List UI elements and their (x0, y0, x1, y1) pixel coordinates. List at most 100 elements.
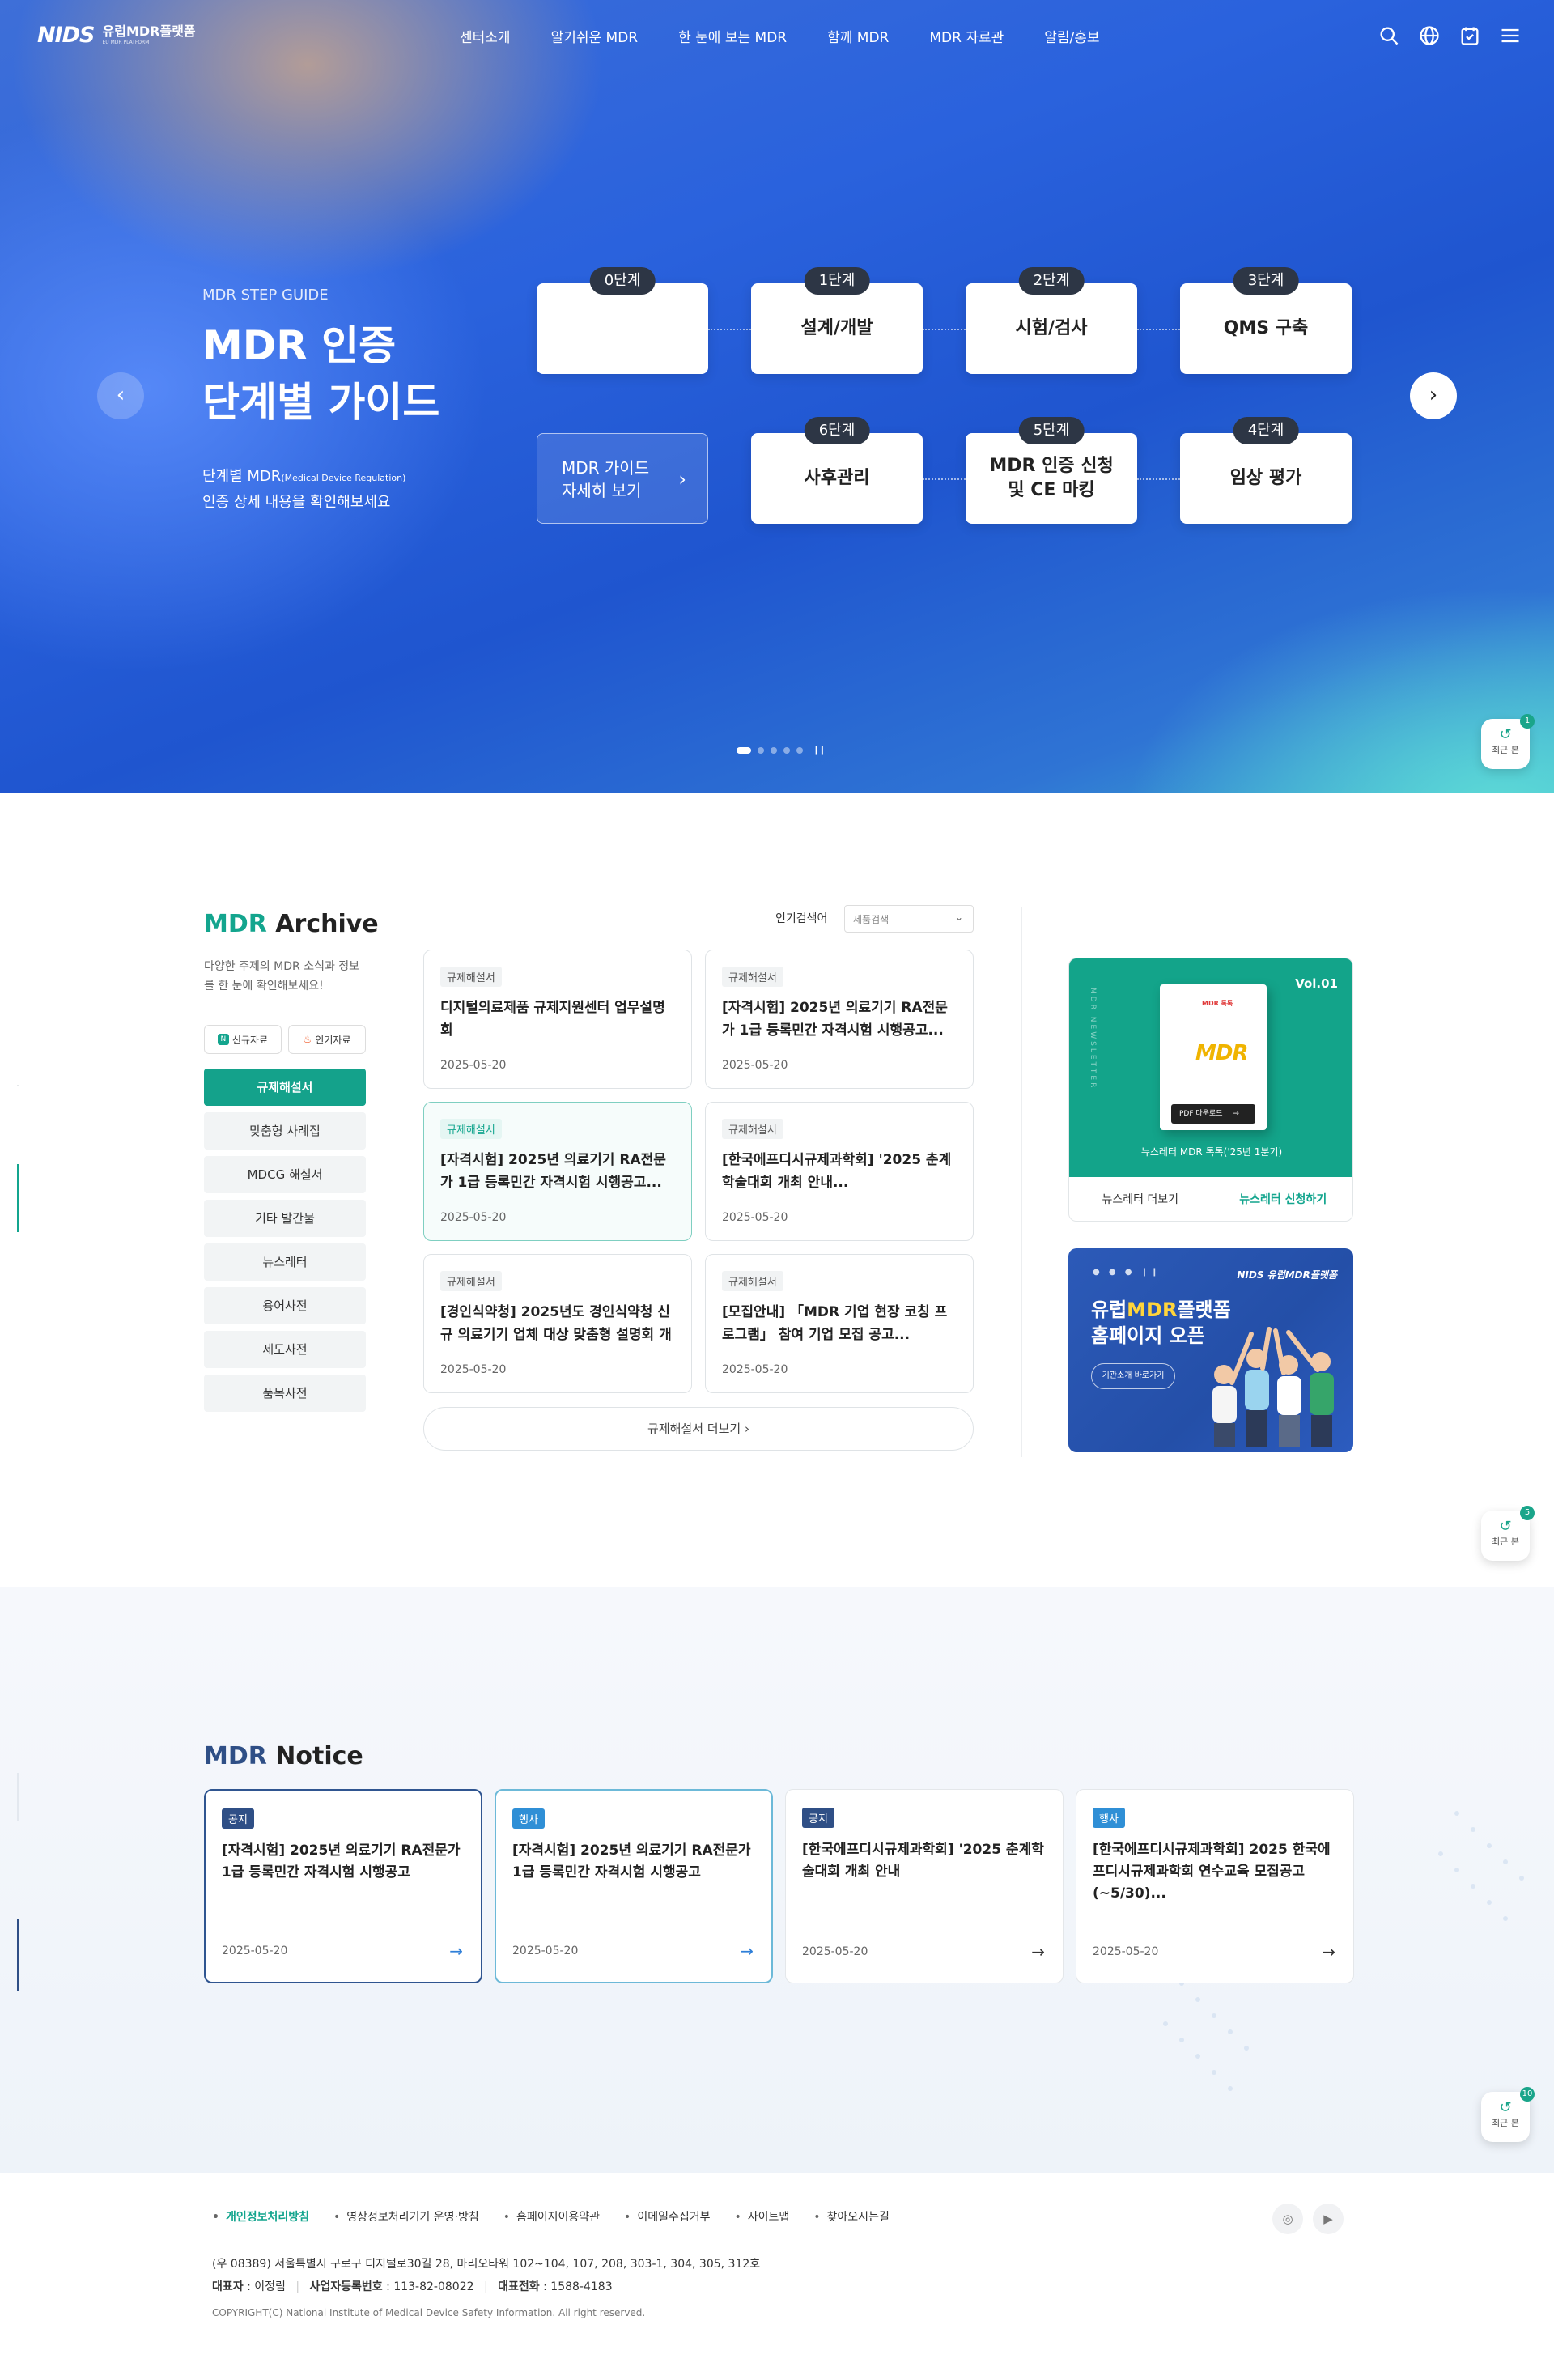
notice-card[interactable]: 공지 [한국에프디시규제과학회] '2025 춘계학술대회 개최 안내 2025… (785, 1789, 1064, 1983)
guide-detail-button[interactable]: MDR 가이드 자세히 보기 › (537, 433, 708, 524)
newsletter-book: MDR 톡톡 MDR PDF 다운로드 → (1160, 984, 1267, 1130)
tel-value: 1588-4183 (550, 2280, 613, 2293)
new-items-chip[interactable]: N 신규자료 (204, 1025, 282, 1054)
footer-link-terms[interactable]: 홈페이지이용약관 (503, 2208, 600, 2225)
banner-cta-button[interactable]: 기관소개 바로가기 (1091, 1363, 1175, 1389)
notice-card-date: 2025-05-20 (512, 1944, 579, 1957)
newsletter-apply-link[interactable]: 뉴스레터 신청하기 (1211, 1177, 1353, 1221)
hero-desc-b: (Medical Device Regulation) (281, 473, 406, 483)
card-title: [경인식약청] 2025년도 경인식약청 신규 의료기기 업체 대상 맞춤형 설… (440, 1304, 672, 1343)
banner-pagination[interactable]: ● ● ● ❙❙ (1093, 1268, 1161, 1277)
pagination-dot[interactable] (771, 746, 777, 754)
recent-viewed-button[interactable]: ↺ 최근 본 10 (1481, 2087, 1535, 2142)
step-card-1[interactable]: 1단계 설계/개발 (751, 267, 923, 374)
step-badge-2: 2단계 (1018, 267, 1085, 295)
banner-logo: NIDS 유럽MDR플랫폼 (1237, 1269, 1337, 1281)
step-label-3: QMS 구축 (1223, 318, 1309, 338)
recent-viewed-button[interactable]: ↺ 최근 본 5 (1481, 1506, 1535, 1561)
platform-open-banner[interactable]: ● ● ● ❙❙ NIDS 유럽MDR플랫폼 유럽MDR플랫폼 홈페이지 오픈 … (1068, 1248, 1353, 1452)
archive-more-button[interactable]: 규제해설서 더보기 › (423, 1407, 974, 1451)
logo-mark: NIDS (37, 23, 96, 48)
side-indicator (17, 1085, 19, 1086)
chevron-left-icon: ‹ (116, 383, 125, 407)
nav-item-center[interactable]: 센터소개 (460, 26, 511, 46)
notice-type-badge: 공지 (802, 1808, 834, 1828)
search-icon[interactable] (1378, 24, 1400, 47)
product-search-select[interactable]: 제품검색 ⌄ (844, 905, 974, 933)
notice-card[interactable]: 행사 [한국에프디시규제과학회] 2025 한국에프디시규제과학회 연수교육 모… (1076, 1789, 1354, 1983)
pause-icon[interactable]: ❙❙ (813, 745, 826, 755)
newsletter-cover-area[interactable]: MDR NEWSLETTER Vol.01 MDR 톡톡 MDR PDF 다운로… (1069, 958, 1352, 1177)
calendar-check-icon[interactable] (1458, 24, 1481, 47)
banner-title-suffix: 플랫폼 (1177, 1298, 1231, 1321)
side-indicator-active (17, 1164, 19, 1232)
more-label: 규제해설서 더보기 (648, 1422, 741, 1436)
arrow-right-icon: → (1031, 1942, 1045, 1961)
archive-card[interactable]: 규제해설서 [한국에프디시규제과학회] '2025 춘계학술대회 개최 안내..… (705, 1102, 974, 1241)
archive-card[interactable]: 규제해설서 [자격시험] 2025년 의료기기 RA전문가 1급 등록민간 자격… (423, 1102, 692, 1241)
pagination-dot[interactable] (758, 746, 764, 754)
footer-link-sitemap[interactable]: 사이트맵 (734, 2208, 790, 2225)
step-card-3[interactable]: 3단계 QMS 구축 (1180, 267, 1352, 374)
hero-prev-button[interactable]: ‹ (97, 372, 144, 419)
notice-type-badge: 공지 (222, 1808, 254, 1829)
nav-item-overview-mdr[interactable]: 한 눈에 보는 MDR (678, 26, 787, 46)
youtube-icon[interactable]: ▶ (1313, 2204, 1344, 2234)
step-card-4[interactable]: 4단계 임상 평가 (1180, 417, 1352, 524)
step-card-5[interactable]: 5단계 MDR 인증 신청 및 CE 마킹 (966, 417, 1137, 524)
chevron-right-icon: › (1429, 383, 1438, 407)
footer-address: (우 08389) 서울특별시 구로구 디지털로30길 28, 마리오타워 10… (212, 2258, 761, 2271)
category-item-dict[interactable]: 품목사전 (204, 1375, 366, 1412)
hero-desc-a: 단계별 MDR (202, 468, 282, 485)
archive-card[interactable]: 규제해설서 디지털의료제품 규제지원센터 업무설명회 2025-05-20 (423, 950, 692, 1089)
banner-title-accent: MDR (1127, 1298, 1178, 1321)
menu-icon[interactable] (1499, 24, 1522, 47)
category-regulation-guide[interactable]: 규제해설서 (204, 1069, 366, 1106)
category-glossary[interactable]: 용어사전 (204, 1287, 366, 1324)
recent-label: 최근 본 (1492, 1536, 1519, 1547)
pdf-download-button[interactable]: PDF 다운로드 → (1171, 1104, 1255, 1124)
chip-popular-label: 인기자료 (315, 1034, 351, 1046)
card-tag: 규제해설서 (722, 1271, 783, 1291)
notice-card-title: [자격시험] 2025년 의료기기 RA전문가 1급 등록민간 자격시험 시행공… (222, 1842, 461, 1881)
category-other-pubs[interactable]: 기타 발간물 (204, 1200, 366, 1237)
archive-category-list: 규제해설서 맞춤형 사례집 MDCG 해설서 기타 발간물 뉴스레터 용어사전 … (204, 1069, 366, 1418)
globe-icon[interactable] (1418, 24, 1441, 47)
card-tag: 규제해설서 (440, 967, 502, 987)
archive-card[interactable]: 규제해설서 [자격시험] 2025년 의료기기 RA전문가 1급 등록민간 자격… (705, 950, 974, 1089)
category-system-dict[interactable]: 제도사전 (204, 1331, 366, 1368)
nav-item-notice[interactable]: 알림/홍보 (1044, 26, 1099, 46)
notice-card[interactable]: 공지 [자격시험] 2025년 의료기기 RA전문가 1급 등록민간 자격시험 … (204, 1789, 482, 1983)
step-card-0[interactable]: 0단계 (537, 267, 708, 374)
category-mdcg-guide[interactable]: MDCG 해설서 (204, 1156, 366, 1193)
arrow-right-icon: → (449, 1941, 463, 1961)
notice-card[interactable]: 행사 [자격시험] 2025년 의료기기 RA전문가 1급 등록민간 자격시험 … (495, 1789, 773, 1983)
instagram-icon[interactable]: ◎ (1272, 2204, 1303, 2234)
card-title: 디지털의료제품 규제지원센터 업무설명회 (440, 1000, 665, 1039)
footer-link-cctv[interactable]: 영상정보처리기기 운영·방침 (333, 2208, 478, 2225)
biz-label: 사업자등록번호 (309, 2280, 383, 2293)
footer-link-privacy[interactable]: 개인정보처리방침 (212, 2208, 309, 2225)
side-indicator (17, 1773, 19, 1821)
nav-item-easy-mdr[interactable]: 알기쉬운 MDR (551, 26, 639, 46)
category-newsletter[interactable]: 뉴스레터 (204, 1243, 366, 1281)
select-placeholder: 제품검색 (853, 914, 890, 925)
nav-item-together-mdr[interactable]: 함께 MDR (827, 26, 889, 46)
popular-items-chip[interactable]: ♨ 인기자료 (288, 1025, 366, 1054)
pagination-dot[interactable] (796, 746, 803, 754)
step-card-2[interactable]: 2단계 시험/검사 (966, 267, 1137, 374)
pagination-dot[interactable] (737, 746, 751, 754)
card-title: [자격시험] 2025년 의료기기 RA전문가 1급 등록민간 자격시험 시행공… (440, 1152, 666, 1191)
site-logo[interactable]: NIDS 유럽MDR플랫폼 EU MDR PLATFORM (37, 23, 196, 48)
step-card-6[interactable]: 6단계 사후관리 (751, 417, 923, 524)
newsletter-more-link[interactable]: 뉴스레터 더보기 (1069, 1177, 1212, 1221)
recent-viewed-button[interactable]: ↺ 최근 본 1 (1481, 714, 1535, 769)
footer-link-email-refuse[interactable]: 이메일수집거부 (624, 2208, 710, 2225)
hero-next-button[interactable]: › (1410, 372, 1457, 419)
archive-card[interactable]: 규제해설서 [모집안내] 「MDR 기업 현장 코칭 프로그램」 참여 기업 모… (705, 1254, 974, 1393)
footer-link-directions[interactable]: 찾아오시는길 (813, 2208, 890, 2225)
archive-card[interactable]: 규제해설서 [경인식약청] 2025년도 경인식약청 신규 의료기기 업체 대상… (423, 1254, 692, 1393)
pagination-dot[interactable] (783, 746, 790, 754)
category-case-book[interactable]: 맞춤형 사례집 (204, 1112, 366, 1150)
nav-item-mdr-library[interactable]: MDR 자료관 (929, 26, 1004, 46)
